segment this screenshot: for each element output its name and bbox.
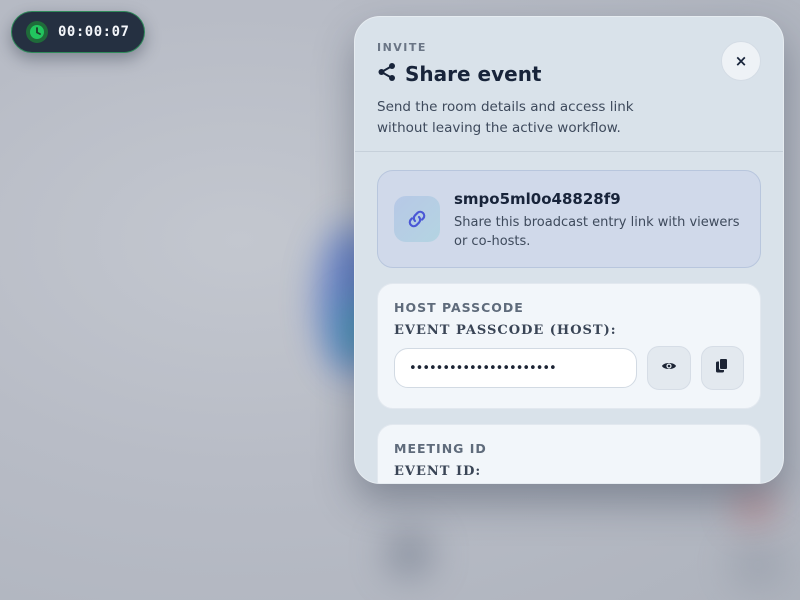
dialog-body: smpo5ml0o48828f9 Share this broadcast en… xyxy=(355,152,783,483)
blurred-toolbar-button-right xyxy=(728,540,788,590)
host-passcode-heading: HOST PASSCODE xyxy=(394,300,524,315)
share-icon xyxy=(377,62,397,86)
clock-icon xyxy=(26,21,48,43)
meeting-id-heading: MEETING ID xyxy=(394,441,487,456)
host-passcode-field[interactable] xyxy=(394,348,638,388)
event-link-card[interactable]: smpo5ml0o48828f9 Share this broadcast en… xyxy=(377,170,761,268)
reveal-passcode-button[interactable] xyxy=(647,346,691,390)
meeting-id-section: MEETING ID EVENT ID: xyxy=(377,424,761,483)
event-link-text: smpo5ml0o48828f9 Share this broadcast en… xyxy=(454,189,744,267)
event-link-description: Share this broadcast entry link with vie… xyxy=(454,215,740,249)
dialog-subtitle: Send the room details and access link wi… xyxy=(377,99,634,136)
meeting-id-label: EVENT ID: xyxy=(394,464,482,479)
host-passcode-label: EVENT PASSCODE (HOST): xyxy=(394,323,617,338)
blurred-toolbar-button xyxy=(385,530,433,578)
copy-icon xyxy=(715,358,729,378)
blurred-leave-button xyxy=(735,490,773,524)
link-icon xyxy=(394,196,440,242)
elapsed-time: 00:00:07 xyxy=(58,24,130,40)
host-passcode-row xyxy=(394,346,744,390)
eye-icon xyxy=(661,358,677,378)
dialog-header: INVITE Share event Send the room details… xyxy=(355,17,783,152)
close-button[interactable]: × xyxy=(721,41,761,81)
dialog-title-row: Share event xyxy=(377,62,761,86)
call-timer: 00:00:07 xyxy=(11,11,145,53)
host-passcode-section: HOST PASSCODE EVENT PASSCODE (HOST): xyxy=(377,283,761,409)
share-event-dialog: INVITE Share event Send the room details… xyxy=(354,16,784,484)
event-code: smpo5ml0o48828f9 xyxy=(454,190,621,208)
copy-passcode-button[interactable] xyxy=(700,346,744,390)
close-icon: × xyxy=(734,52,748,70)
dialog-kicker: INVITE xyxy=(377,41,427,54)
dialog-title: Share event xyxy=(405,62,542,86)
